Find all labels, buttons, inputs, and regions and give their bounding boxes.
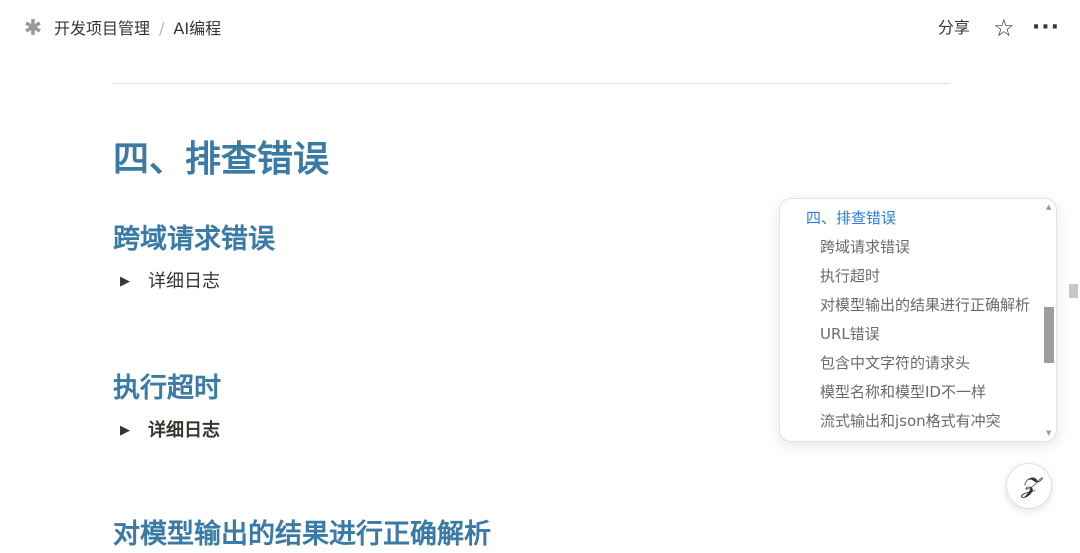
breadcrumb-item-page[interactable]: AI编程 [173,17,221,41]
share-button[interactable]: 分享 [934,14,974,42]
toggle-detail-log-2[interactable]: ▶ 详细日志 [120,418,220,444]
toc-item-parse-output[interactable]: 对模型输出的结果进行正确解析 [780,290,1042,319]
top-bar: ✱ 开发项目管理 / AI编程 分享 ☆ ··· [0,0,1080,58]
toc-item-url-error[interactable]: URL错误 [780,319,1042,348]
subheading-parse-output: 对模型输出的结果进行正确解析 [113,519,491,550]
star-icon[interactable]: ☆ [990,14,1018,42]
breadcrumb: ✱ 开发项目管理 / AI编程 [22,17,221,41]
toc-item-chinese-header[interactable]: 包含中文字符的请求头 [780,348,1042,377]
toggle-label: 详细日志 [148,271,220,292]
more-icon[interactable]: ··· [1032,14,1060,42]
toc-scrollbar-thumb[interactable] [1044,307,1054,363]
toc-item-cors[interactable]: 跨域请求错误 [780,232,1042,261]
scroll-down-icon[interactable]: ▼ [1046,429,1051,437]
breadcrumb-separator: / [159,19,165,38]
toggle-triangle-icon[interactable]: ▶ [120,418,136,444]
ai-assistant-icon[interactable]: 𝓩 [1006,463,1052,509]
toc-item-model-id[interactable]: 模型名称和模型ID不一样 [780,377,1042,406]
table-of-contents: 四、排查错误 跨域请求错误 执行超时 对模型输出的结果进行正确解析 URL错误 … [779,198,1057,442]
subheading-timeout: 执行超时 [113,373,221,404]
toggle-triangle-icon[interactable]: ▶ [120,269,136,295]
subheading-cors: 跨域请求错误 [113,224,275,255]
scroll-up-icon[interactable]: ▲ [1046,203,1051,211]
page-scrollbar-thumb[interactable] [1069,284,1078,298]
asterisk-icon[interactable]: ✱ [22,17,44,41]
toc-item-timeout[interactable]: 执行超时 [780,261,1042,290]
toc-scrollbar[interactable]: ▲ ▼ [1044,203,1054,437]
top-actions: 分享 ☆ ··· [934,14,1060,42]
breadcrumb-item-project[interactable]: 开发项目管理 [54,17,150,41]
toggle-label: 详细日志 [148,420,220,441]
divider [112,83,950,84]
toc-list: 四、排查错误 跨域请求错误 执行超时 对模型输出的结果进行正确解析 URL错误 … [780,203,1042,435]
section-heading: 四、排查错误 [113,139,330,180]
toggle-detail-log-1[interactable]: ▶ 详细日志 [120,269,220,295]
toc-item-troubleshooting[interactable]: 四、排查错误 [780,203,1042,232]
toc-item-stream-json[interactable]: 流式输出和json格式有冲突 [780,406,1042,435]
